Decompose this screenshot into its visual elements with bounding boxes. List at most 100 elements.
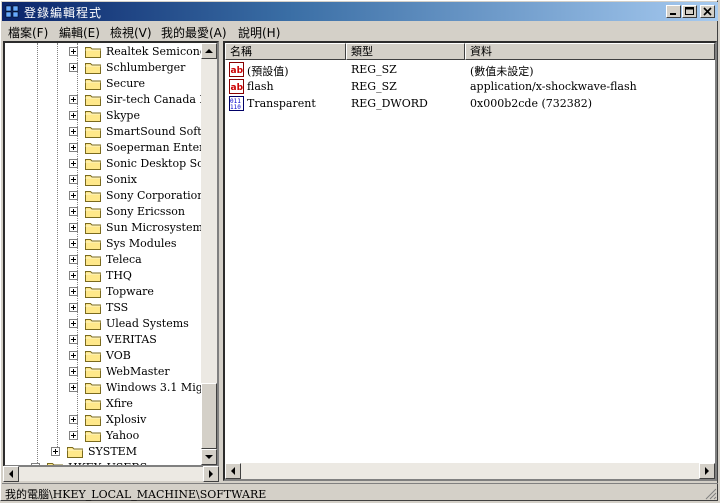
- close-button[interactable]: [700, 5, 715, 18]
- menu-favorites[interactable]: 我的最愛(A): [161, 24, 227, 41]
- menu-view[interactable]: 檢視(V): [110, 24, 152, 41]
- list-scroll-right-button[interactable]: [699, 463, 715, 479]
- tree-item-label: VOB: [106, 349, 131, 362]
- folder-icon: [85, 333, 101, 346]
- tree-item[interactable]: Sony Corporation: [5, 188, 203, 204]
- menu-file[interactable]: 檔案(F): [8, 24, 48, 41]
- tree-item-label: WebMaster: [106, 365, 170, 378]
- tree-item[interactable]: Ulead Systems: [5, 316, 203, 332]
- tree-horizontal-scrollbar[interactable]: [3, 466, 219, 482]
- menu-bar: 檔案(F) 編輯(E) 檢視(V) 我的最愛(A) 說明(H): [2, 22, 718, 40]
- tree-item-label: Ulead Systems: [106, 317, 189, 330]
- tree-item[interactable]: Xfire: [5, 396, 203, 412]
- arrow-up-icon: [205, 49, 213, 53]
- tree-item[interactable]: Xplosiv: [5, 412, 203, 428]
- scroll-left-button[interactable]: [3, 466, 19, 482]
- scroll-up-button[interactable]: [201, 43, 217, 59]
- expand-icon[interactable]: [69, 239, 78, 248]
- tree-item[interactable]: Sonix: [5, 172, 203, 188]
- tree-item[interactable]: THQ: [5, 268, 203, 284]
- maximize-button[interactable]: [682, 5, 697, 18]
- expand-icon[interactable]: [69, 255, 78, 264]
- status-path: 我的電腦\HKEY_LOCAL_MACHINE\SOFTWARE: [5, 488, 267, 501]
- list-scroll-left-button[interactable]: [225, 463, 241, 479]
- tree-item[interactable]: Realtek Semiconduct: [5, 44, 203, 60]
- value-type: REG_SZ: [351, 63, 397, 76]
- value-name: flash: [247, 80, 274, 93]
- expand-icon[interactable]: [69, 287, 78, 296]
- column-header-type[interactable]: 類型: [346, 43, 465, 60]
- scroll-thumb[interactable]: [201, 383, 217, 449]
- scroll-down-button[interactable]: [201, 449, 217, 465]
- tree-item[interactable]: Sys Modules: [5, 236, 203, 252]
- value-row[interactable]: ab (預設值) REG_SZ (數值未設定): [225, 61, 715, 78]
- expand-icon[interactable]: [69, 335, 78, 344]
- expand-icon[interactable]: [69, 223, 78, 232]
- value-row[interactable]: ab flash REG_SZ application/x-shockwave-fla…: [225, 78, 715, 95]
- arrow-right-icon: [209, 470, 213, 478]
- expand-icon[interactable]: [69, 111, 78, 120]
- tree-item-system[interactable]: SYSTEM: [5, 444, 203, 460]
- tree-item[interactable]: Topware: [5, 284, 203, 300]
- tree-item[interactable]: Sonic Desktop Softwa: [5, 156, 203, 172]
- tree-item[interactable]: VOB: [5, 348, 203, 364]
- tree-item-label: Realtek Semiconduct: [106, 45, 203, 58]
- value-row[interactable]: 011 110 Transparent REG_DWORD 0x000b2cde (73…: [225, 95, 715, 112]
- tree-item[interactable]: TSS: [5, 300, 203, 316]
- tree-item[interactable]: Soeperman Enterprise: [5, 140, 203, 156]
- value-list-pane[interactable]: 名稱 類型 資料 ab (預設值) REG_SZ (數值未設定) ab flash REG_…: [223, 41, 717, 481]
- expand-icon[interactable]: [69, 127, 78, 136]
- expand-icon[interactable]: [69, 191, 78, 200]
- tree-item[interactable]: Windows 3.1 Migrati: [5, 380, 203, 396]
- folder-icon: [85, 349, 101, 362]
- expand-icon[interactable]: [69, 319, 78, 328]
- expand-icon[interactable]: [69, 271, 78, 280]
- tree-item-label: SYSTEM: [88, 445, 137, 458]
- expand-icon[interactable]: [69, 303, 78, 312]
- tree-item[interactable]: Sun Microsystems: [5, 220, 203, 236]
- tree-item[interactable]: Sony Ericsson: [5, 204, 203, 220]
- expand-icon[interactable]: [69, 207, 78, 216]
- scroll-right-button[interactable]: [203, 466, 219, 482]
- tree-item[interactable]: Sir-tech Canada Ltd.: [5, 92, 203, 108]
- tree-item[interactable]: Yahoo: [5, 428, 203, 444]
- title-bar[interactable]: 登錄編輯程式: [2, 2, 718, 21]
- expand-icon[interactable]: [69, 95, 78, 104]
- svg-text:ab: ab: [231, 83, 244, 93]
- column-header-name[interactable]: 名稱: [225, 43, 346, 60]
- expand-icon[interactable]: [69, 143, 78, 152]
- column-header-data[interactable]: 資料: [465, 43, 715, 60]
- value-type: REG_DWORD: [351, 97, 428, 110]
- tree-vertical-scrollbar[interactable]: [201, 43, 217, 465]
- expand-icon[interactable]: [69, 431, 78, 440]
- key-tree-pane[interactable]: Realtek Semiconduct Schlumberger Secure Sir…: [3, 41, 219, 467]
- tree-item[interactable]: Schlumberger: [5, 60, 203, 76]
- tree-item[interactable]: VERITAS: [5, 332, 203, 348]
- tree-item[interactable]: Skype: [5, 108, 203, 124]
- expand-icon[interactable]: [69, 63, 78, 72]
- expand-icon[interactable]: [69, 415, 78, 424]
- folder-icon: [85, 45, 101, 58]
- menu-help[interactable]: 說明(H): [238, 24, 280, 41]
- expand-icon[interactable]: [69, 175, 78, 184]
- value-data: application/x-shockwave-flash: [470, 80, 637, 93]
- tree-item[interactable]: SmartSound Software: [5, 124, 203, 140]
- close-icon: [703, 7, 712, 16]
- expand-icon[interactable]: [69, 47, 78, 56]
- menu-edit[interactable]: 編輯(E): [59, 24, 100, 41]
- expand-icon[interactable]: [51, 447, 60, 456]
- list-horizontal-scrollbar[interactable]: [225, 463, 715, 479]
- expand-icon[interactable]: [69, 351, 78, 360]
- expand-icon[interactable]: [69, 383, 78, 392]
- resize-grip-icon[interactable]: [705, 488, 717, 500]
- expand-icon[interactable]: [69, 367, 78, 376]
- minimize-button[interactable]: [666, 5, 681, 18]
- folder-icon: [85, 205, 101, 218]
- tree-item-hkey-users[interactable]: HKEY_USERS: [5, 460, 203, 465]
- tree-item[interactable]: WebMaster: [5, 364, 203, 380]
- expand-icon[interactable]: [69, 159, 78, 168]
- expand-icon[interactable]: [31, 463, 40, 465]
- tree-item[interactable]: Secure: [5, 76, 203, 92]
- tree-item[interactable]: Teleca: [5, 252, 203, 268]
- tree-item-label: Teleca: [106, 253, 142, 266]
